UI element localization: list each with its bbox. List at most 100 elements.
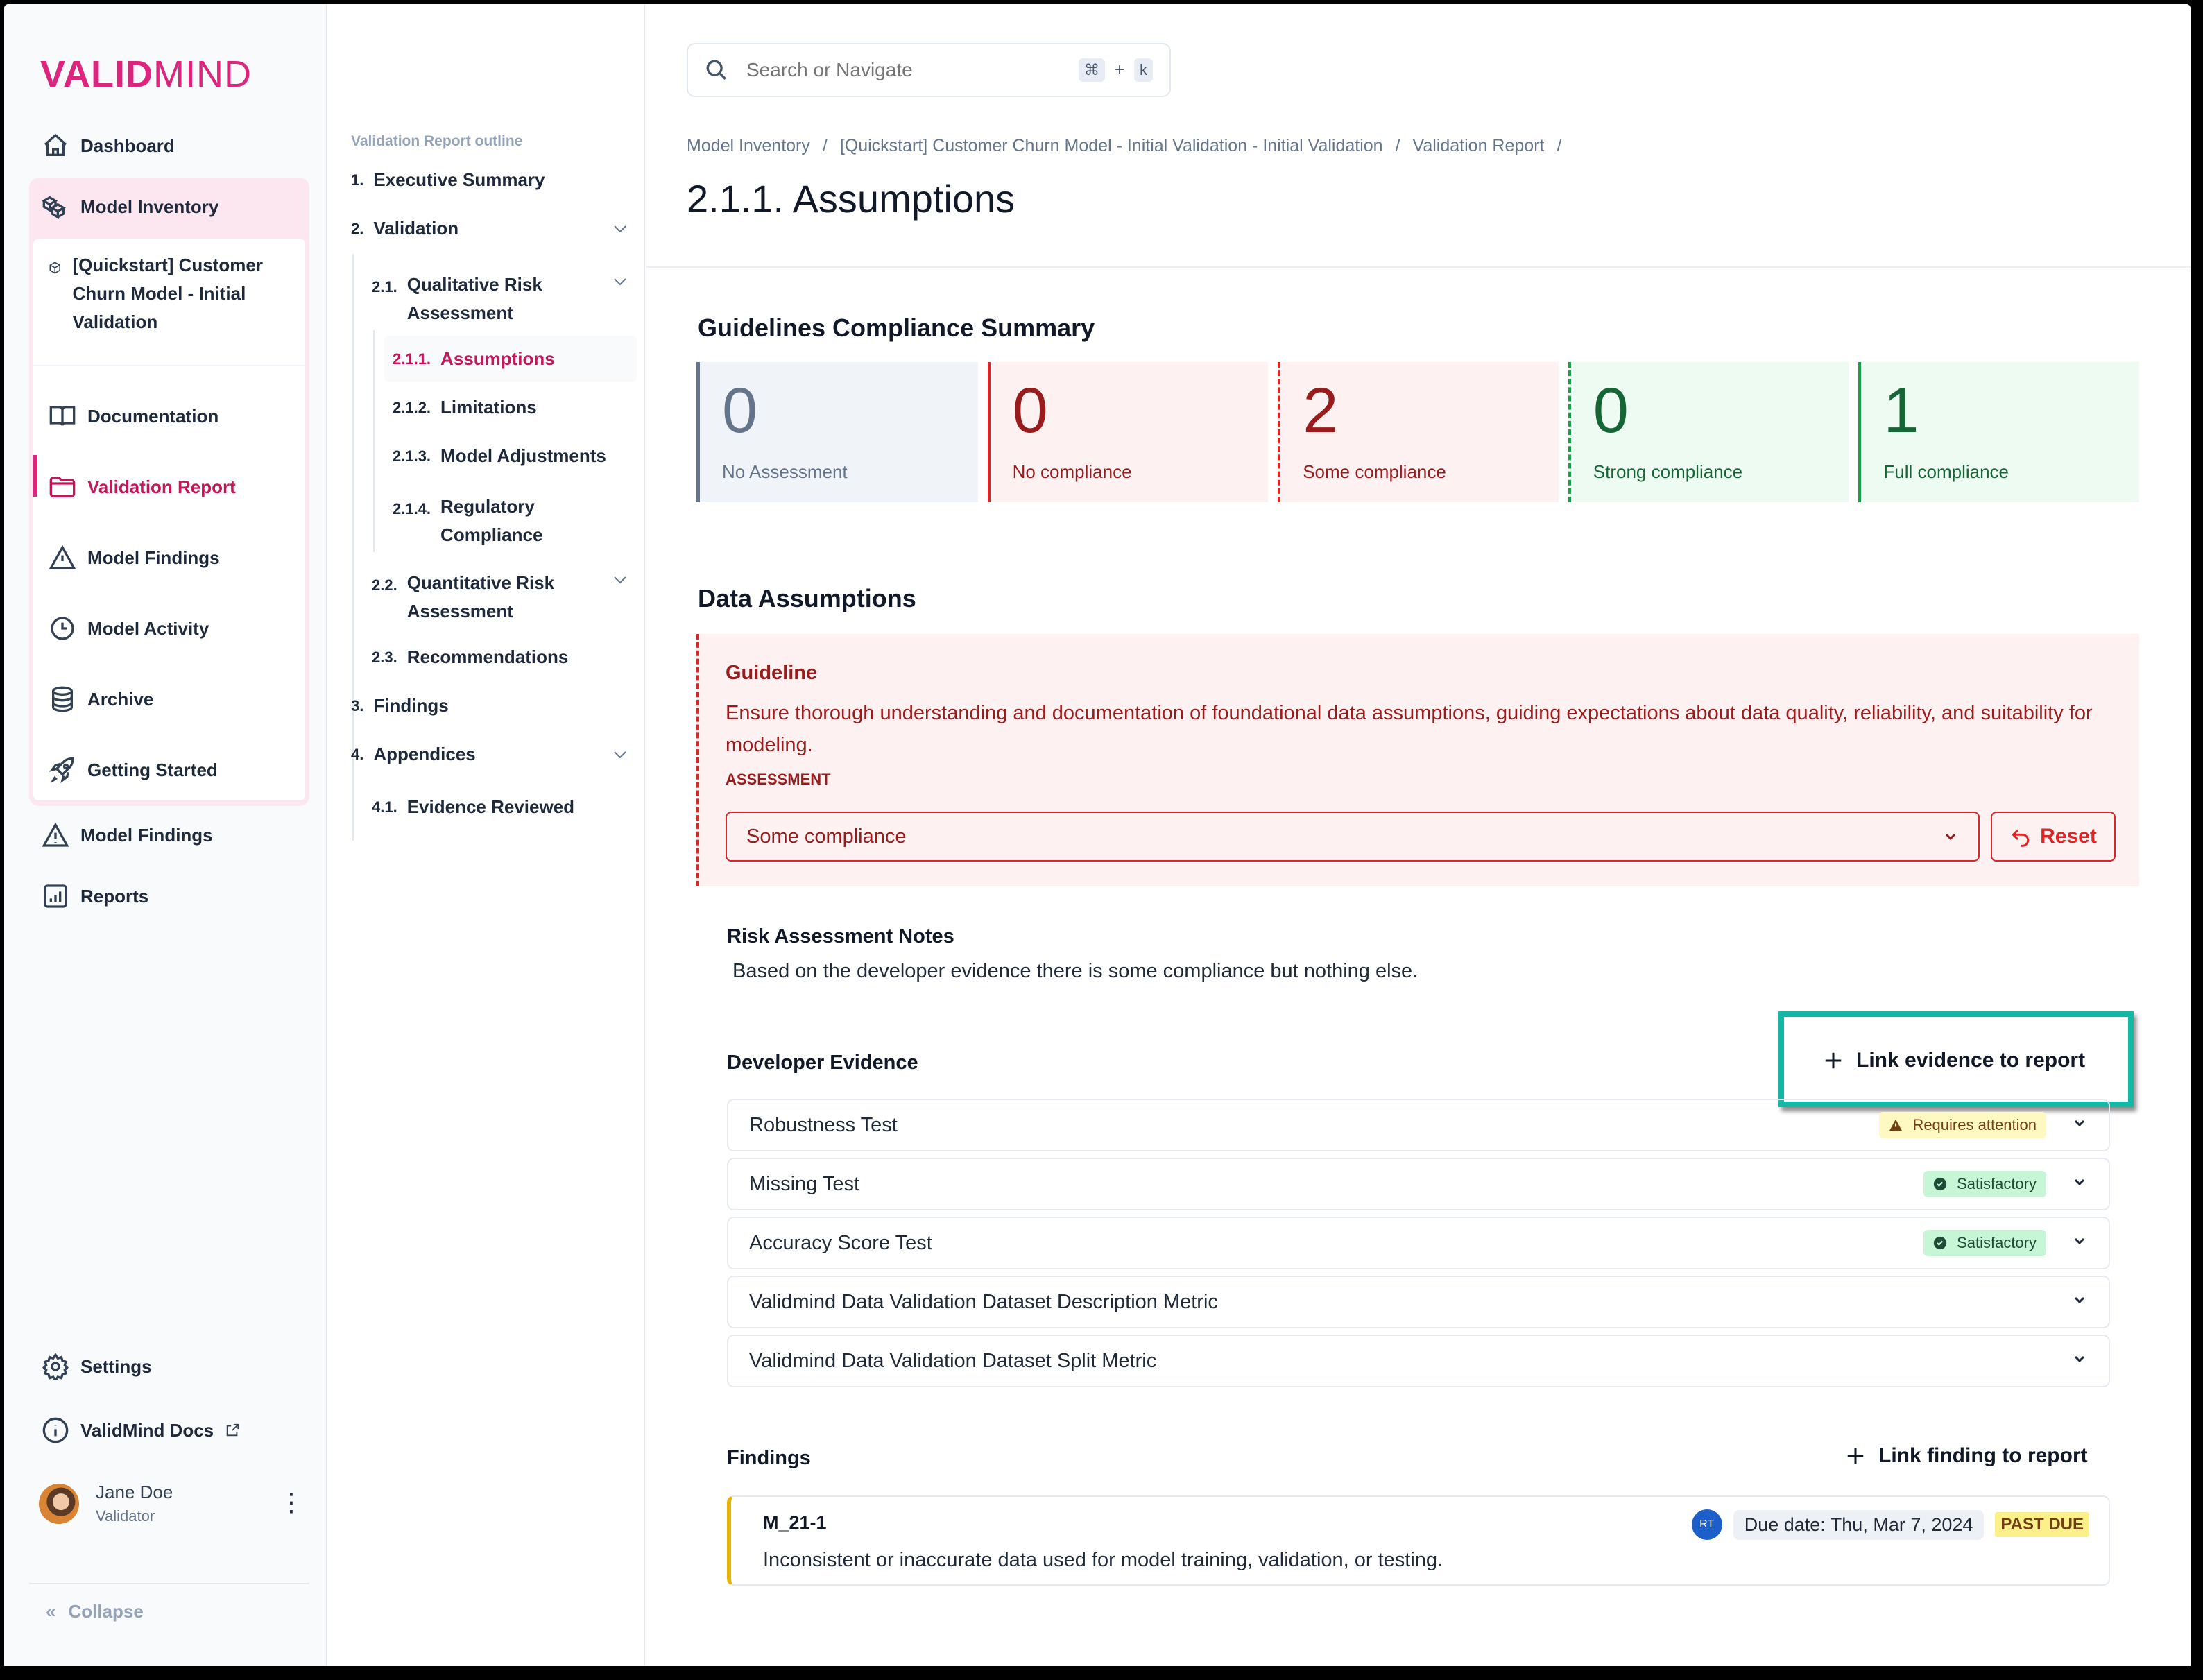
app-window: VALIDMIND Dashboard Model Inventory [Qui… bbox=[4, 4, 2191, 1666]
chevron-down-icon[interactable] bbox=[612, 273, 628, 290]
sidebar-item-label: Archive bbox=[87, 688, 154, 710]
sidebar-item-model-activity[interactable]: Model Activity bbox=[49, 615, 209, 642]
sidebar-item-archive[interactable]: Archive bbox=[49, 685, 153, 713]
outline-num: 2.1.3. bbox=[393, 447, 431, 465]
outline-item[interactable]: 4.1. Evidence Reviewed bbox=[372, 796, 574, 818]
sidebar-item-label: Model Findings bbox=[87, 547, 220, 568]
outline-item[interactable]: 2.1. Qualitative Risk Assessment bbox=[372, 271, 594, 327]
search-bar[interactable]: ⌘ + k bbox=[687, 43, 1171, 97]
status-label: Requires attention bbox=[1912, 1116, 2037, 1133]
sidebar-item-validation-report[interactable]: Validation Report bbox=[49, 473, 236, 501]
outline-item[interactable]: 4. Appendices bbox=[351, 744, 476, 765]
validmind-logo[interactable]: VALIDMIND bbox=[40, 53, 252, 96]
avatar bbox=[39, 1483, 79, 1524]
reset-label: Reset bbox=[2040, 825, 2097, 848]
outline-item[interactable]: 2.2. Quantitative Risk Assessment bbox=[372, 569, 594, 626]
cubes-icon bbox=[42, 196, 66, 219]
breadcrumb-link[interactable]: [Quickstart] Customer Churn Model - Init… bbox=[840, 136, 1383, 156]
outline-item[interactable]: 2.3. Recommendations bbox=[372, 646, 568, 668]
evidence-row[interactable]: Missing Test Satisfactory bbox=[727, 1158, 2110, 1210]
evidence-name: Validmind Data Validation Dataset Split … bbox=[749, 1349, 1157, 1372]
undo-icon bbox=[2012, 829, 2030, 847]
breadcrumb: Model Inventory / [Quickstart] Customer … bbox=[687, 136, 1561, 156]
chevron-down-icon[interactable] bbox=[612, 572, 628, 588]
status-badge: Requires attention bbox=[1879, 1112, 2046, 1138]
chevron-down-icon[interactable] bbox=[612, 221, 628, 237]
chevron-down-icon[interactable] bbox=[2071, 1291, 2088, 1314]
summary-card-strong-compliance[interactable]: 0 Strong compliance bbox=[1568, 362, 1849, 502]
guideline-text: Ensure thorough understanding and docume… bbox=[726, 702, 2093, 756]
sidebar-item-reports[interactable]: Reports bbox=[42, 882, 148, 910]
search-input[interactable] bbox=[746, 59, 1061, 81]
outline-num: 2.1.4. bbox=[393, 500, 431, 517]
outline-item[interactable]: 1. Executive Summary bbox=[351, 169, 545, 191]
due-date: Due date: Thu, Mar 7, 2024 bbox=[1733, 1509, 1985, 1540]
outline-item[interactable]: 2.1.2. Limitations bbox=[393, 397, 537, 418]
warning-icon bbox=[1889, 1119, 1903, 1131]
user-profile[interactable]: Jane Doe Validator bbox=[39, 1482, 173, 1525]
sidebar-item-docs[interactable]: ValidMind Docs bbox=[42, 1416, 240, 1444]
sidebar-item-model[interactable]: [Quickstart] Customer Churn Model - Init… bbox=[49, 254, 284, 336]
chevron-down-icon[interactable] bbox=[2071, 1350, 2088, 1373]
notes-text: Based on the developer evidence there is… bbox=[732, 960, 1418, 982]
outline-item[interactable]: 2.1.4. Regulatory Compliance bbox=[393, 492, 601, 549]
outline-label: Limitations bbox=[440, 397, 537, 418]
outline-title: Validation Report outline bbox=[351, 133, 523, 149]
outline-item[interactable]: 3. Findings bbox=[351, 695, 449, 717]
summary-card-full-compliance[interactable]: 1 Full compliance bbox=[1858, 362, 2139, 502]
outline-label: Recommendations bbox=[406, 646, 569, 667]
sidebar-item-model-findings[interactable]: Model Findings bbox=[49, 544, 220, 572]
collapse-button[interactable]: « Collapse bbox=[46, 1601, 144, 1622]
sidebar-item-label: Documentation bbox=[87, 405, 219, 427]
sidebar-item-getting-started[interactable]: Getting Started bbox=[49, 756, 218, 784]
chevron-down-icon[interactable] bbox=[2071, 1232, 2088, 1255]
outline-label: Qualitative Risk Assessment bbox=[406, 274, 542, 323]
evidence-name: Robustness Test bbox=[749, 1113, 898, 1136]
breadcrumb-link[interactable]: Model Inventory bbox=[687, 136, 810, 156]
more-vertical-icon[interactable]: ⋮ bbox=[279, 1490, 304, 1515]
shortcut-key: ⌘ bbox=[1078, 58, 1105, 82]
summary-card-no-compliance[interactable]: 0 No compliance bbox=[987, 362, 1269, 502]
summary-card-no-assessment[interactable]: 0 No Assessment bbox=[696, 362, 978, 502]
outline-item[interactable]: 2. Validation bbox=[351, 218, 458, 239]
outline-item[interactable]: 2.1.3. Model Adjustments bbox=[393, 445, 606, 467]
breadcrumb-link[interactable]: Validation Report bbox=[1413, 136, 1545, 156]
info-icon bbox=[42, 1417, 69, 1443]
sidebar-item-documentation[interactable]: Documentation bbox=[49, 402, 218, 430]
link-finding-button[interactable]: Link finding to report bbox=[1845, 1444, 2088, 1468]
sidebar-item-settings[interactable]: Settings bbox=[42, 1353, 152, 1380]
chevron-down-icon[interactable] bbox=[612, 746, 628, 763]
sidebar-item-model-findings-global[interactable]: Model Findings bbox=[42, 821, 213, 849]
evidence-row[interactable]: Validmind Data Validation Dataset Split … bbox=[727, 1335, 2110, 1387]
evidence-row[interactable]: Robustness Test Requires attention bbox=[727, 1099, 2110, 1151]
chevrons-left-icon: « bbox=[46, 1601, 56, 1622]
outline-label: Regulatory Compliance bbox=[440, 496, 543, 545]
sidebar-item-label: [Quickstart] Customer Churn Model - Init… bbox=[72, 255, 263, 332]
divider bbox=[646, 266, 2191, 268]
warning-icon bbox=[42, 822, 69, 847]
collapse-label: Collapse bbox=[68, 1601, 144, 1622]
finding-card[interactable]: M_21-1 Inconsistent or inaccurate data u… bbox=[727, 1495, 2110, 1586]
evidence-title: Developer Evidence bbox=[727, 1052, 918, 1074]
outline-num: 4.1. bbox=[372, 798, 397, 816]
section-title: Data Assumptions bbox=[698, 584, 916, 612]
sidebar-item-model-inventory[interactable]: Model Inventory bbox=[42, 193, 218, 221]
evidence-row[interactable]: Validmind Data Validation Dataset Descri… bbox=[727, 1276, 2110, 1328]
reset-button[interactable]: Reset bbox=[1991, 812, 2116, 862]
chevron-down-icon[interactable] bbox=[2071, 1173, 2088, 1196]
sidebar-item-label: Model Findings bbox=[80, 824, 213, 846]
compliance-summary: 0 No Assessment 0 No compliance 2 Some comp… bbox=[696, 362, 2139, 502]
assessment-select[interactable]: Some compliance bbox=[726, 812, 1980, 862]
card-label: No Assessment bbox=[722, 461, 848, 483]
highlight-annotation bbox=[1778, 1011, 2134, 1107]
chevron-down-icon[interactable] bbox=[2071, 1114, 2088, 1137]
summary-card-some-compliance[interactable]: 2 Some compliance bbox=[1278, 362, 1559, 502]
evidence-row[interactable]: Accuracy Score Test Satisfactory bbox=[727, 1217, 2110, 1269]
outline-num: 1. bbox=[351, 171, 364, 189]
evidence-name: Validmind Data Validation Dataset Descri… bbox=[749, 1290, 1218, 1313]
chevron-down-icon bbox=[1945, 833, 1956, 841]
sidebar-item-dashboard[interactable]: Dashboard bbox=[42, 132, 175, 160]
outline-item-active[interactable]: 2.1.1. Assumptions bbox=[393, 348, 555, 370]
outline-label: Appendices bbox=[373, 744, 476, 764]
report-outline: Validation Report outline 1. Executive Su… bbox=[329, 4, 645, 1666]
